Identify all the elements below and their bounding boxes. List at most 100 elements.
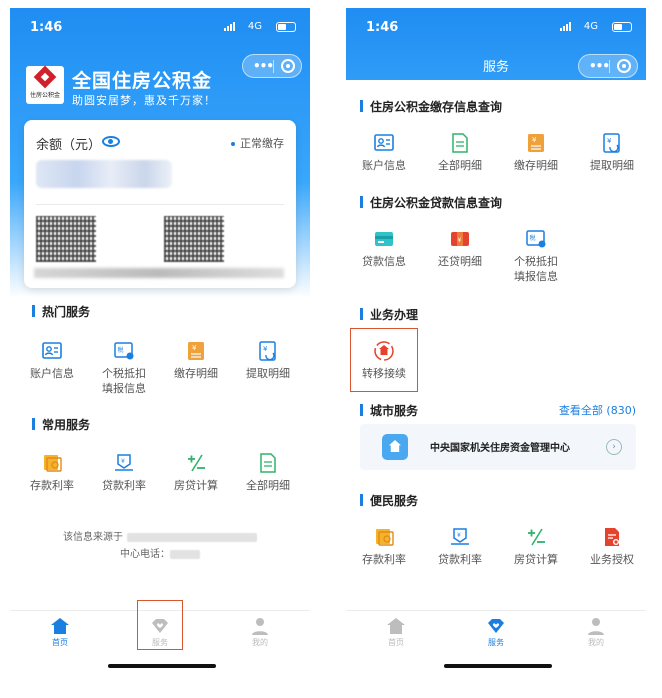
svc-account-info[interactable]: 账户信息 [352,132,416,173]
service-all-details[interactable]: 全部明细 [236,452,300,493]
city-center-row[interactable]: 中央国家机关住房资金管理中心 › [360,424,636,470]
blurred-info-left [36,216,96,262]
svg-text:¥: ¥ [532,136,537,144]
calculator-icon [188,454,205,472]
svg-text:¥: ¥ [458,237,462,244]
svc-loan-info[interactable]: 贷款信息 [352,228,416,269]
view-all-link[interactable]: 查看全部 (830) [559,402,636,418]
close-target-icon[interactable] [617,59,631,73]
svg-text:税: 税 [530,234,536,242]
tab-bar: 首页 服务 我的 [346,610,646,680]
balance-card[interactable]: 余额（元） 正常缴存 [24,120,296,288]
housing-fund-logo: 住房公积金 [26,65,64,104]
diamond-heart-icon [488,619,504,633]
deposit-ledger-icon: ¥ [528,134,544,152]
user-icon [588,618,604,635]
svg-text:¥: ¥ [192,344,197,352]
loan-query-title: 住房公积金贷款信息查询 [360,194,502,211]
svc-withdraw-detail[interactable]: ¥ 提取明细 [580,132,644,173]
svc-repayment-detail[interactable]: ¥ 还贷明细 [428,228,492,269]
tab-mine[interactable]: 我的 [566,617,626,648]
home-indicator [108,664,216,668]
home-indicator [444,664,552,668]
chevron-right-icon[interactable]: › [606,439,622,455]
svc-mortgage-calc[interactable]: 房贷计算 [504,526,568,567]
blurred-info-right [164,216,224,262]
network-label: 4G [583,21,598,32]
svg-text:税: 税 [118,346,124,354]
user-icon [252,618,268,635]
city-services-title: 城市服务 [360,402,418,419]
service-tax-deduction[interactable]: 税 个税抵扣 填报信息 [92,340,156,396]
deposit-query-title: 住房公积金缴存信息查询 [360,98,502,115]
center-phone: 中心电话： [10,545,310,560]
svc-deposit-rate[interactable]: 存款利率 [352,526,416,567]
deposit-ledger-icon: ¥ [188,342,204,360]
more-icon[interactable]: ••• [589,59,610,73]
business-title: 业务办理 [360,306,418,323]
convenience-title: 便民服务 [360,492,418,509]
tax-icon: 税 [526,230,546,248]
svc-deposit-detail[interactable]: ¥ 缴存明细 [504,132,568,173]
tab-service[interactable]: 服务 [466,617,526,648]
status-time: 1:46 [366,20,399,35]
service-account-info[interactable]: 账户信息 [20,340,84,381]
repayment-icon: ¥ [451,232,469,246]
service-screen: 服务 1:46 4G ••• 住房公积金缴存信息查询 账户信息 全部明细 ¥ 缴… [346,8,646,680]
home-icon [387,618,405,634]
close-target-icon[interactable] [281,59,295,73]
svc-business-authorization[interactable]: 业务授权 [580,526,644,567]
svg-text:¥: ¥ [457,532,461,539]
svc-loan-rate[interactable]: ¥ 贷款利率 [428,526,492,567]
balance-value-blurred [36,160,172,188]
svc-tax-deduction[interactable]: 税 个税抵扣 填报信息 [504,228,568,284]
mini-program-capsule[interactable]: ••• [242,54,302,78]
battery-icon [612,22,632,32]
tab-home[interactable]: 首页 [366,617,426,648]
deposit-status: 正常缴存 [231,135,284,151]
status-bar: 1:46 4G [346,8,646,42]
svg-text:¥: ¥ [263,345,268,353]
blurred-footer [34,268,284,278]
document-icon [260,453,276,473]
svc-all-details[interactable]: 全部明细 [428,132,492,173]
service-tab-highlight [137,600,183,650]
blurred-phone [170,549,200,559]
status-time: 1:46 [30,20,63,35]
svg-text:¥: ¥ [607,137,612,145]
service-deposit-rate[interactable]: 存款利率 [20,452,84,493]
status-bar: 1:46 4G [10,8,310,42]
svg-text:¥: ¥ [121,458,125,465]
home-screen: 1:46 4G ••• 住房公积金 全国住房公积金 助圆安居梦，惠及千万家！ 余… [10,8,310,680]
transfer-highlight [350,328,418,392]
calculator-icon [528,528,545,546]
authorization-icon [605,528,619,546]
withdraw-icon: ¥ [603,133,620,153]
balance-label: 余额（元） [36,138,102,153]
home-icon [51,618,69,634]
loan-rate-icon: ¥ [115,454,133,471]
signal-icon [560,22,572,31]
blurred-source [127,532,257,542]
app-title: 全国住房公积金 [72,70,213,92]
service-loan-rate[interactable]: ¥ 贷款利率 [92,452,156,493]
service-withdraw-detail[interactable]: ¥ 提取明细 [236,340,300,381]
common-services-title: 常用服务 [32,416,90,433]
battery-icon [276,22,296,32]
deposit-rate-icon [44,455,62,472]
deposit-rate-icon [376,529,394,546]
loan-rate-icon: ¥ [451,528,469,545]
more-icon[interactable]: ••• [253,59,274,73]
id-card-icon [42,342,62,359]
info-source: 该信息来源于 [10,528,310,543]
center-name: 中央国家机关住房资金管理中心 [430,443,570,454]
service-mortgage-calc[interactable]: 房贷计算 [164,452,228,493]
id-card-icon [374,134,394,151]
app-slogan: 助圆安居梦，惠及千万家！ [72,94,216,107]
tab-home[interactable]: 首页 [30,617,90,648]
tab-mine[interactable]: 我的 [230,617,290,648]
withdraw-icon: ¥ [259,341,276,361]
eye-icon[interactable] [102,136,120,147]
service-deposit-detail[interactable]: ¥ 缴存明细 [164,340,228,381]
mini-program-capsule[interactable]: ••• [578,54,638,78]
